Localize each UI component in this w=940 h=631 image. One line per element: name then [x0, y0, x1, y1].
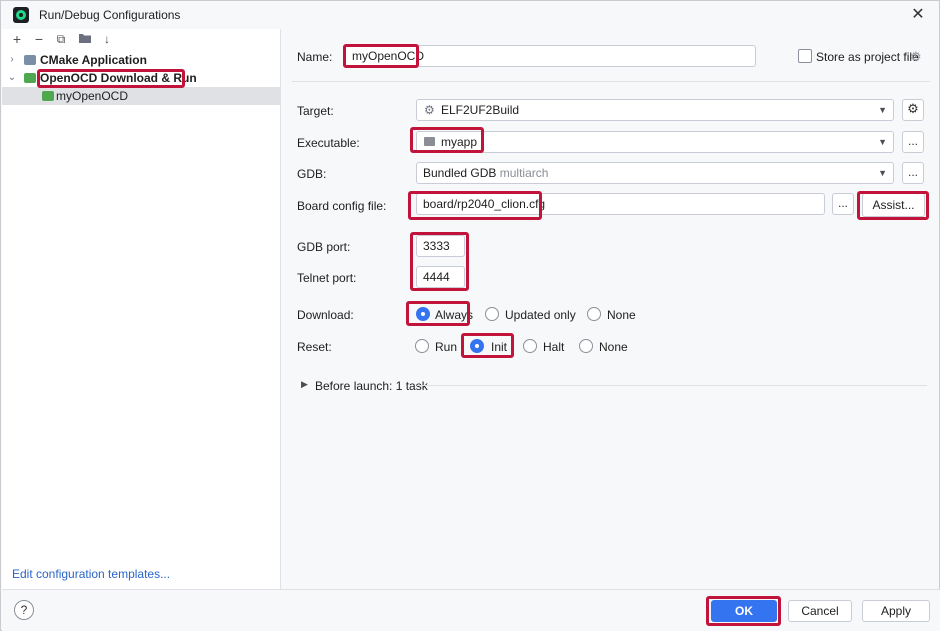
- apply-button[interactable]: Apply: [862, 600, 930, 622]
- executable-browse-button[interactable]: ...: [902, 131, 924, 153]
- download-none-label: None: [607, 308, 636, 322]
- gdb-port-value: 3333: [423, 239, 450, 253]
- executable-label: Executable:: [297, 136, 360, 150]
- edit-templates-link[interactable]: Edit configuration templates...: [12, 567, 170, 581]
- tree-item-label: CMake Application: [40, 53, 147, 67]
- divider: [292, 81, 930, 82]
- cmake-icon: [24, 55, 36, 65]
- window-title: Run/Debug Configurations: [39, 8, 181, 22]
- board-config-value: board/rp2040_clion.cfg: [423, 197, 546, 211]
- chevron-right-icon[interactable]: ▶: [301, 379, 308, 390]
- help-button[interactable]: ?: [14, 600, 34, 620]
- gdb-value: Bundled GDB: [423, 166, 497, 180]
- chevron-down-icon[interactable]: ⌄: [6, 69, 18, 87]
- telnet-port-label: Telnet port:: [297, 271, 357, 285]
- download-updated-only-label: Updated only: [505, 308, 576, 322]
- target-label: Target:: [297, 104, 334, 118]
- chevron-down-icon: ▼: [878, 168, 887, 178]
- reset-init-label: Init: [491, 340, 508, 354]
- before-launch-label[interactable]: Before launch: 1 task: [315, 379, 428, 393]
- reset-halt-label: Halt: [543, 340, 565, 354]
- gdb-port-field[interactable]: 3333: [416, 235, 465, 257]
- executable-value: myapp: [441, 135, 478, 149]
- target-select[interactable]: ⚙ ELF2UF2Build ▼: [416, 99, 894, 121]
- name-value: myOpenOCD: [352, 49, 425, 63]
- assist-button[interactable]: Assist...: [862, 193, 925, 217]
- gdb-select[interactable]: Bundled GDB multiarch ▼: [416, 162, 894, 184]
- gear-icon: ⚙: [424, 103, 435, 117]
- copy-icon[interactable]: ⧉: [52, 30, 70, 48]
- download-label: Download:: [297, 308, 354, 322]
- title-bar: Run/Debug Configurations ✕: [1, 1, 939, 29]
- gdb-label: GDB:: [297, 167, 327, 181]
- tree-item-myopenocd[interactable]: myOpenOCD: [2, 87, 281, 105]
- download-always-label: Always: [435, 308, 474, 322]
- openocd-icon: [24, 73, 36, 83]
- gdb-browse-button[interactable]: ...: [902, 162, 924, 184]
- tree-item-openocd[interactable]: ⌄ OpenOCD Download & Run: [2, 69, 281, 87]
- dialog-footer: ? OK Cancel Apply: [2, 589, 940, 631]
- reset-none-label: None: [599, 340, 628, 354]
- board-config-browse-button[interactable]: ...: [832, 193, 854, 215]
- gdb-hint: multiarch: [499, 166, 549, 180]
- configuration-form: Name: myOpenOCD Store as project file ⚙ …: [282, 29, 939, 589]
- reset-label: Reset:: [297, 340, 332, 354]
- clion-app-icon: [13, 7, 29, 23]
- ok-button[interactable]: OK: [711, 600, 777, 622]
- chevron-right-icon[interactable]: ›: [6, 51, 18, 69]
- reset-run-radio[interactable]: [415, 339, 429, 353]
- chevron-down-icon: ▼: [878, 137, 887, 147]
- download-none-radio[interactable]: [587, 307, 601, 321]
- remove-icon[interactable]: −: [30, 30, 48, 48]
- executable-select[interactable]: myapp ▼: [416, 131, 894, 153]
- reset-init-radio[interactable]: [470, 339, 484, 353]
- store-as-project-label: Store as project file: [816, 50, 919, 64]
- name-field[interactable]: myOpenOCD: [345, 45, 756, 67]
- name-label: Name:: [297, 50, 333, 64]
- executable-icon: [424, 137, 435, 146]
- reset-halt-radio[interactable]: [523, 339, 537, 353]
- folder-icon[interactable]: [76, 30, 94, 48]
- tree-item-cmake-application[interactable]: › CMake Application: [2, 51, 281, 69]
- sidebar-toolbar: + − ⧉ ↓: [2, 29, 281, 49]
- telnet-port-value: 4444: [423, 270, 450, 284]
- cancel-button[interactable]: Cancel: [788, 600, 852, 622]
- telnet-port-field[interactable]: 4444: [416, 266, 465, 288]
- tree-item-label: myOpenOCD: [56, 89, 129, 103]
- gear-icon[interactable]: ⚙: [910, 49, 922, 65]
- tree-item-label: OpenOCD Download & Run: [40, 71, 197, 85]
- download-updated-only-radio[interactable]: [485, 307, 499, 321]
- reset-none-radio[interactable]: [579, 339, 593, 353]
- configurations-sidebar: + − ⧉ ↓ › CMake Application ⌄ OpenOCD Do…: [2, 29, 281, 589]
- run-debug-dialog: Run/Debug Configurations ✕ + − ⧉ ↓ › CMa…: [0, 0, 940, 631]
- reset-run-label: Run: [435, 340, 458, 354]
- board-config-field[interactable]: board/rp2040_clion.cfg: [416, 193, 825, 215]
- download-always-radio[interactable]: [416, 307, 430, 321]
- close-button[interactable]: ✕: [907, 5, 929, 25]
- openocd-icon: [42, 91, 54, 101]
- divider: [417, 385, 927, 386]
- store-as-project-checkbox[interactable]: [798, 49, 812, 63]
- target-value: ELF2UF2Build: [441, 103, 520, 117]
- add-icon[interactable]: +: [8, 30, 26, 48]
- sort-icon[interactable]: ↓: [98, 30, 116, 48]
- chevron-down-icon: ▼: [878, 105, 887, 115]
- board-config-label: Board config file:: [297, 199, 387, 213]
- target-settings-button[interactable]: ⚙: [902, 99, 924, 121]
- gdb-port-label: GDB port:: [297, 240, 351, 254]
